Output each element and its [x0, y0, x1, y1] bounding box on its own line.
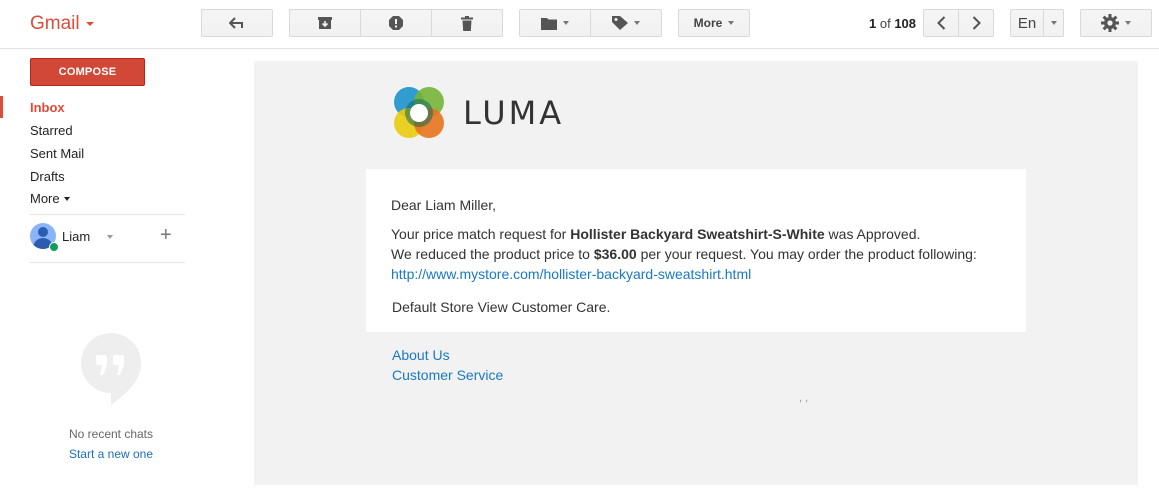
approval-prefix: Your price match request for: [391, 226, 571, 242]
user-status-dropdown-icon[interactable]: [107, 235, 113, 239]
chevron-down-icon: [634, 21, 640, 25]
labels-button[interactable]: [590, 9, 662, 37]
chevron-down-icon: [563, 21, 569, 25]
pager-separator: of: [879, 16, 891, 31]
chevron-down-icon: [1125, 21, 1131, 25]
report-spam-button[interactable]: [360, 9, 432, 37]
newer-button[interactable]: [923, 9, 959, 37]
about-us-link[interactable]: About Us: [392, 347, 450, 363]
move-to-button[interactable]: [519, 9, 591, 37]
product-name: Hollister Backyard Sweatshirt-S-White: [570, 226, 825, 242]
hangouts-user-row: Liam +: [30, 223, 185, 253]
gmail-caret-icon: [85, 22, 94, 26]
sidebar-divider: [30, 214, 185, 215]
no-recent-chats-text: No recent chats: [68, 427, 154, 441]
chevron-left-icon: [936, 16, 945, 30]
active-folder-indicator: [0, 96, 3, 118]
sidebar-item-starred[interactable]: Starred: [30, 123, 73, 138]
language-label: En: [1017, 14, 1037, 32]
input-tools-button[interactable]: En: [1010, 9, 1044, 37]
brand-wordmark: LUMA: [463, 94, 565, 132]
start-new-chat-link[interactable]: Start a new one: [30, 447, 192, 461]
more-actions-button[interactable]: More: [678, 9, 750, 37]
gmail-menu[interactable]: Gmail: [30, 13, 94, 35]
chevron-right-icon: [972, 16, 981, 30]
gear-icon: [1101, 14, 1119, 32]
pager-current: 1: [869, 16, 877, 31]
luma-logo-icon: [394, 87, 444, 138]
hangouts-user-name[interactable]: Liam: [62, 229, 90, 244]
pager-count: 1 of 108: [869, 16, 916, 31]
approval-suffix: was Approved.: [824, 226, 921, 242]
trash-icon: [461, 15, 473, 31]
input-tools-dropdown[interactable]: [1043, 9, 1064, 37]
email-greeting: Dear Liam Miller,: [391, 197, 497, 213]
new-price: $36.00: [593, 246, 637, 262]
sidebar-more-label: More: [30, 191, 60, 206]
new-hangout-plus-icon[interactable]: +: [160, 225, 172, 245]
sidebar-item-sent-mail[interactable]: Sent Mail: [30, 146, 84, 161]
report-spam-icon: [389, 16, 403, 30]
chevron-down-icon: [728, 21, 735, 25]
sidebar-item-more[interactable]: More: [30, 191, 70, 206]
sidebar-item-drafts[interactable]: Drafts: [30, 169, 65, 184]
email-approval-line: Your price match request for Hollister B…: [391, 226, 920, 242]
online-status-icon: [49, 242, 59, 252]
sidebar-divider: [30, 262, 185, 263]
compose-button[interactable]: COMPOSE: [30, 58, 145, 86]
customer-service-link[interactable]: Customer Service: [392, 367, 503, 383]
pager-total: 108: [894, 16, 917, 31]
reply-icon: [229, 17, 243, 29]
sidebar-item-inbox[interactable]: Inbox: [30, 100, 65, 115]
archive-button[interactable]: [289, 9, 361, 37]
label-tag-icon: [612, 16, 628, 30]
delete-button[interactable]: [431, 9, 503, 37]
reply-button[interactable]: [201, 9, 273, 37]
email-price-line: We reduced the product price to $36.00 p…: [391, 246, 977, 262]
price-prefix: We reduced the product price to: [391, 246, 594, 262]
more-actions-label: More: [693, 16, 723, 30]
older-button[interactable]: [958, 9, 994, 37]
hangouts-quote-icon: [81, 333, 141, 405]
settings-button[interactable]: [1080, 9, 1152, 37]
gmail-label: Gmail: [30, 13, 80, 34]
price-suffix: per your request. You may order the prod…: [636, 246, 977, 262]
email-signature: Default Store View Customer Care.: [392, 299, 611, 315]
folder-icon: [541, 17, 557, 30]
chevron-down-icon: [63, 196, 70, 201]
archive-icon: [318, 17, 332, 29]
trailing-punctuation: , ,: [799, 392, 809, 404]
chevron-down-icon: [1050, 21, 1057, 25]
product-url-link[interactable]: http://www.mystore.com/hollister-backyar…: [391, 266, 751, 282]
